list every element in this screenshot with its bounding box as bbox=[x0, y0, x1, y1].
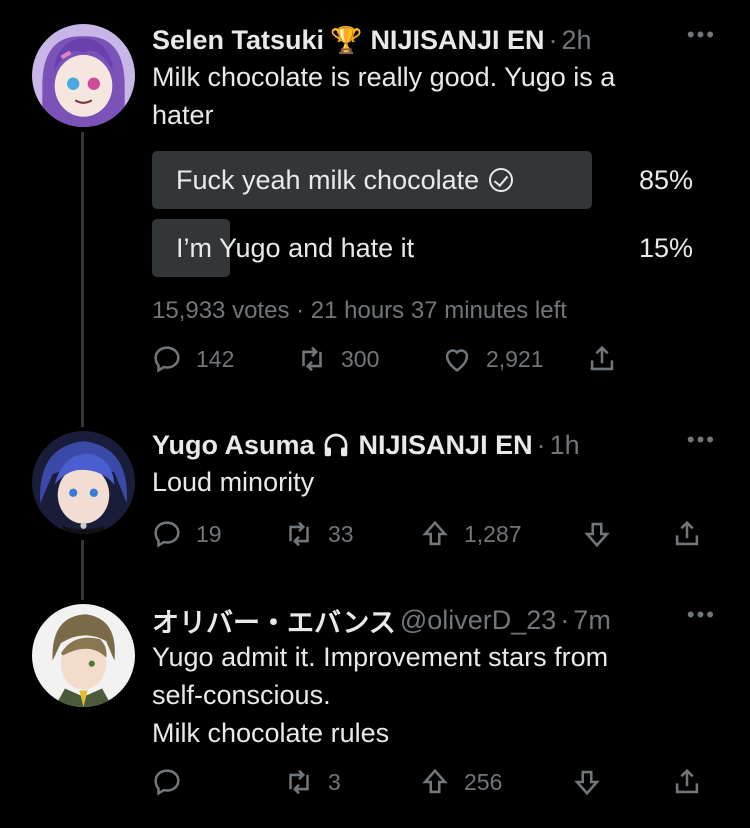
retweet-count: 3 bbox=[328, 768, 341, 795]
reply-count: 19 bbox=[196, 520, 222, 547]
poll-option-percent: 85% bbox=[638, 165, 693, 195]
more-options-icon[interactable]: ••• bbox=[687, 22, 716, 48]
trophy-icon: 🏆 bbox=[330, 24, 363, 55]
downvote-icon bbox=[584, 522, 610, 548]
tweet[interactable]: Selen Tatsuki 🏆 NIJISANJI EN · 2h ••• Mi… bbox=[0, 20, 750, 400]
reply-button[interactable]: 19 bbox=[150, 517, 222, 551]
reply-icon bbox=[154, 346, 180, 373]
affiliation-label: NIJISANJI EN bbox=[358, 429, 533, 460]
retweet-count: 33 bbox=[328, 520, 354, 547]
retweet-icon bbox=[289, 521, 309, 547]
poll-option-label: Fuck yeah milk chocolate bbox=[176, 165, 514, 196]
upvote-count: 256 bbox=[464, 768, 503, 795]
retweet-button[interactable]: 33 bbox=[282, 517, 354, 551]
like-button[interactable]: 2,921 bbox=[440, 342, 544, 376]
avatar[interactable] bbox=[32, 604, 135, 707]
tweet-header: オリバー・エバンス @oliverD_23 · 7m bbox=[152, 600, 611, 640]
user-handle[interactable]: @oliverD_23 bbox=[400, 605, 556, 636]
headphones-icon bbox=[321, 430, 351, 461]
avatar[interactable] bbox=[32, 431, 135, 534]
retweet-icon bbox=[289, 769, 309, 795]
tweet-actions: 3 256 bbox=[150, 765, 710, 805]
timestamp[interactable]: 1h bbox=[550, 430, 580, 461]
poll-option[interactable]: I’m Yugo and hate it 15% bbox=[152, 219, 697, 277]
tweet-text: Yugo admit it. Improvement stars from se… bbox=[152, 642, 609, 748]
tweet-text: Milk chocolate is really good. Yugo is a… bbox=[152, 62, 616, 130]
share-button[interactable] bbox=[670, 517, 704, 551]
downvote-icon bbox=[574, 770, 600, 796]
share-button[interactable] bbox=[585, 342, 619, 376]
upvote-button[interactable]: 256 bbox=[418, 765, 502, 799]
poll-option-percent: 15% bbox=[638, 233, 693, 263]
share-icon bbox=[675, 520, 699, 546]
more-options-icon[interactable]: ••• bbox=[687, 602, 716, 628]
poll-option-text: Fuck yeah milk chocolate bbox=[176, 165, 480, 195]
tweet-actions: 19 33 1,287 bbox=[150, 517, 710, 557]
tweet[interactable]: オリバー・エバンス @oliverD_23 · 7m ••• Yugo admi… bbox=[0, 600, 750, 820]
reply-button[interactable]: 142 bbox=[150, 342, 234, 376]
timestamp[interactable]: 2h bbox=[562, 25, 592, 56]
tweet-text: Loud minority bbox=[152, 467, 315, 497]
tweet-header: Selen Tatsuki 🏆 NIJISANJI EN · 2h bbox=[152, 20, 592, 60]
retweet-icon bbox=[302, 346, 322, 372]
retweet-count: 300 bbox=[341, 345, 380, 372]
separator-dot: · bbox=[560, 604, 570, 635]
reply-icon bbox=[154, 769, 180, 796]
tweet[interactable]: Yugo Asuma NIJISANJI EN · 1h ••• Loud mi… bbox=[0, 425, 750, 565]
downvote-button[interactable] bbox=[570, 765, 604, 799]
heart-icon bbox=[445, 349, 469, 372]
upvote-count: 1,287 bbox=[464, 520, 522, 547]
share-button[interactable] bbox=[670, 765, 704, 799]
display-name[interactable]: Selen Tatsuki bbox=[152, 25, 324, 56]
check-circle-icon bbox=[489, 168, 514, 192]
affiliation-label: NIJISANJI EN bbox=[370, 24, 545, 55]
retweet-button[interactable]: 3 bbox=[282, 765, 341, 799]
poll-option[interactable]: Fuck yeah milk chocolate 85% bbox=[152, 151, 697, 209]
retweet-button[interactable]: 300 bbox=[295, 342, 379, 376]
display-name[interactable]: オリバー・エバンス bbox=[152, 601, 396, 640]
separator-dot: · bbox=[536, 429, 546, 460]
avatar[interactable] bbox=[32, 24, 135, 127]
upvote-icon bbox=[422, 768, 448, 794]
share-icon bbox=[590, 345, 614, 371]
share-icon bbox=[675, 768, 699, 794]
upvote-button[interactable]: 1,287 bbox=[418, 517, 522, 551]
downvote-button[interactable] bbox=[580, 517, 614, 551]
more-options-icon[interactable]: ••• bbox=[687, 427, 716, 453]
separator-dot: · bbox=[548, 24, 558, 55]
tweet-header: Yugo Asuma NIJISANJI EN · 1h bbox=[152, 425, 580, 465]
tweet-actions: 142 300 2,921 bbox=[150, 342, 710, 382]
reply-count: 142 bbox=[196, 345, 235, 372]
poll-option-label: I’m Yugo and hate it bbox=[176, 233, 415, 263]
like-count: 2,921 bbox=[486, 345, 544, 372]
display-name[interactable]: Yugo Asuma bbox=[152, 430, 315, 461]
poll-meta: 15,933 votes · 21 hours 37 minutes left bbox=[152, 297, 567, 324]
upvote-icon bbox=[422, 520, 448, 546]
reply-icon bbox=[154, 521, 180, 548]
reply-button[interactable] bbox=[150, 765, 196, 799]
timestamp[interactable]: 7m bbox=[573, 605, 611, 636]
